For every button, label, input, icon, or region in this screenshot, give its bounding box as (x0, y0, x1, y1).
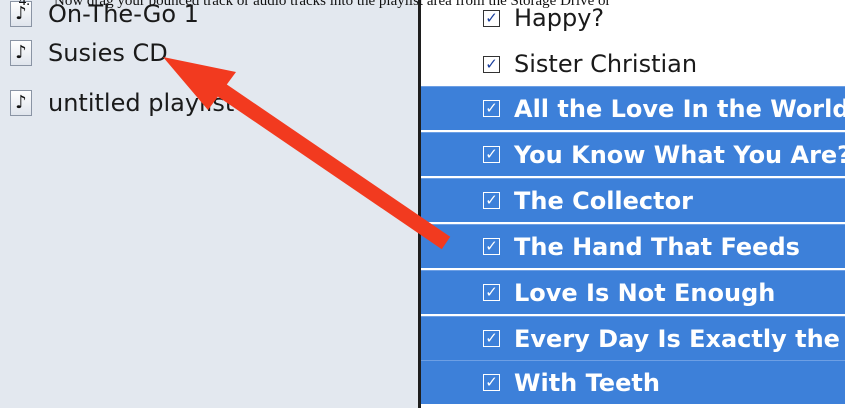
playlist-item-untitled[interactable]: ♪ untitled playlist (10, 86, 234, 120)
track-title: The Collector (514, 186, 693, 215)
track-title: With Teeth (514, 368, 660, 397)
track-row[interactable]: ✓ With Teeth (421, 360, 845, 404)
track-row[interactable]: ✓ You Know What You Are? (421, 132, 845, 176)
track-checkbox[interactable]: ✓ (483, 55, 500, 73)
track-title: Love Is Not Enough (514, 278, 776, 307)
playlist-item-susies-cd[interactable]: ♪ Susies CD (10, 36, 168, 70)
instruction-text: Now drag your bounced track or audio tra… (54, 0, 611, 9)
track-title: Every Day Is Exactly the Same (514, 324, 845, 353)
playlist-label: Susies CD (48, 39, 168, 67)
track-checkbox[interactable]: ✓ (483, 374, 500, 391)
track-checkbox[interactable]: ✓ (483, 330, 500, 347)
playlist-icon: ♪ (10, 40, 32, 66)
track-title: Sister Christian (514, 50, 698, 78)
track-checkbox[interactable]: ✓ (483, 100, 500, 117)
step-number: 4. (18, 0, 30, 9)
track-row[interactable]: ✓ Sister Christian (421, 42, 845, 86)
track-list: ✓ Happy? ✓ Sister Christian ✓ All the Lo… (421, 0, 845, 408)
track-row[interactable]: ✓ All the Love In the World (421, 86, 845, 130)
instruction-caption: 4. Now drag your bounced track or audio t… (0, 0, 845, 10)
playlist-label: untitled playlist (48, 89, 235, 117)
track-title: You Know What You Are? (514, 140, 845, 169)
playlist-icon: ♪ (10, 90, 32, 116)
track-row[interactable]: ✓ Love Is Not Enough (421, 270, 845, 314)
track-checkbox[interactable]: ✓ (483, 284, 500, 301)
track-checkbox[interactable]: ✓ (483, 146, 500, 163)
track-title: All the Love In the World (514, 94, 845, 123)
track-checkbox[interactable]: ✓ (483, 9, 500, 27)
track-checkbox[interactable]: ✓ (483, 238, 500, 255)
playlist-sidebar: ♪ On-The-Go 1 ♪ Susies CD ♪ untitled pla… (0, 0, 418, 408)
track-row[interactable]: ✓ The Collector (421, 178, 845, 222)
track-row[interactable]: ✓ Every Day Is Exactly the Same (421, 316, 845, 360)
track-title: The Hand That Feeds (514, 232, 800, 261)
track-checkbox[interactable]: ✓ (483, 192, 500, 209)
track-row[interactable]: ✓ The Hand That Feeds (421, 224, 845, 268)
